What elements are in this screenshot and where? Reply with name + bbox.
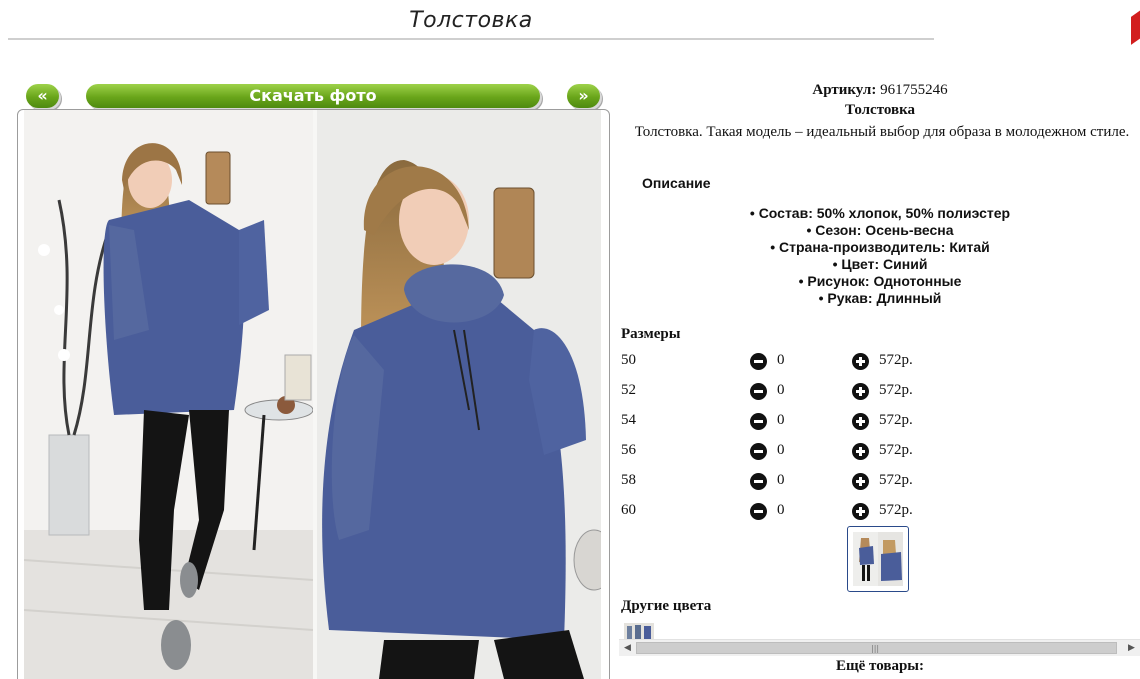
size-label: 50 [621, 352, 636, 368]
sku-value: 961755246 [880, 82, 948, 98]
feature-item: Рисунок: Однотонные [620, 273, 1140, 290]
size-price: 572р. [879, 382, 913, 398]
size-label: 52 [621, 382, 636, 398]
plus-circle-icon[interactable] [852, 473, 869, 490]
grip-icon: ||| [871, 644, 880, 653]
size-row: 60 0 572р. [620, 502, 980, 524]
photo-thumbnail[interactable] [847, 526, 909, 592]
feature-item: Рукав: Длинный [620, 290, 1140, 307]
plus-circle-icon[interactable] [852, 383, 869, 400]
minus-circle-icon[interactable] [750, 473, 767, 490]
other-color-swatch[interactable] [624, 623, 654, 639]
size-row: 50 0 572р. [620, 352, 980, 374]
product-photo-image [24, 110, 601, 679]
size-quantity: 0 [777, 352, 785, 368]
product-description: Толстовка. Такая модель – идеальный выбо… [634, 124, 1130, 140]
thumbnail-image [853, 532, 903, 586]
size-row: 52 0 572р. [620, 382, 980, 404]
swatch-image [624, 623, 654, 639]
scrollbar-thumb[interactable]: ||| [636, 642, 1117, 654]
sku-line: Артикул: 961755246 [620, 82, 1140, 99]
download-photo-button[interactable]: Скачать фото [86, 84, 540, 108]
size-quantity: 0 [777, 382, 785, 398]
title-divider [8, 38, 934, 40]
size-price: 572р. [879, 412, 913, 428]
minus-circle-icon[interactable] [750, 503, 767, 520]
size-label: 56 [621, 442, 636, 458]
next-photo-button[interactable]: » [567, 84, 600, 108]
plus-circle-icon[interactable] [852, 353, 869, 370]
size-row: 56 0 572р. [620, 442, 980, 464]
size-label: 54 [621, 412, 636, 428]
feature-item: Цвет: Синий [620, 256, 1140, 273]
scroll-right-arrow-icon[interactable]: ▶ [1123, 640, 1140, 656]
plus-circle-icon[interactable] [852, 413, 869, 430]
size-row: 54 0 572р. [620, 412, 980, 434]
product-name: Толстовка [844, 102, 916, 118]
minus-circle-icon[interactable] [750, 353, 767, 370]
feature-list: Состав: 50% хлопок, 50% полиэстер Сезон:… [620, 205, 1140, 307]
size-price: 572р. [879, 352, 913, 368]
size-quantity: 0 [777, 502, 785, 518]
prev-photo-button[interactable]: « [26, 84, 59, 108]
description-heading: Описание [642, 175, 711, 191]
size-label: 60 [621, 502, 636, 518]
product-photo[interactable] [24, 110, 601, 679]
size-quantity: 0 [777, 472, 785, 488]
horizontal-scrollbar[interactable]: ◀ ||| ▶ [619, 639, 1140, 656]
more-products-heading: Ещё товары: [835, 658, 925, 674]
plus-circle-icon[interactable] [852, 443, 869, 460]
feature-item: Страна-производитель: Китай [620, 239, 1140, 256]
minus-circle-icon[interactable] [750, 383, 767, 400]
minus-circle-icon[interactable] [750, 413, 767, 430]
size-price: 572р. [879, 442, 913, 458]
size-quantity: 0 [777, 442, 785, 458]
size-quantity: 0 [777, 412, 785, 428]
size-price: 572р. [879, 472, 913, 488]
feature-item: Сезон: Осень-весна [620, 222, 1140, 239]
size-label: 58 [621, 472, 636, 488]
plus-circle-icon[interactable] [852, 503, 869, 520]
feature-item: Состав: 50% хлопок, 50% полиэстер [620, 205, 1140, 222]
other-colors-heading: Другие цвета [621, 598, 712, 614]
minus-circle-icon[interactable] [750, 443, 767, 460]
scroll-left-arrow-icon[interactable]: ◀ [619, 640, 636, 656]
sku-label: Артикул: [812, 82, 877, 98]
page-title: Толстовка [409, 8, 533, 33]
size-row: 58 0 572р. [620, 472, 980, 494]
sizes-heading: Размеры [621, 326, 681, 342]
corner-logo-icon [1131, 7, 1140, 45]
size-price: 572р. [879, 502, 913, 518]
